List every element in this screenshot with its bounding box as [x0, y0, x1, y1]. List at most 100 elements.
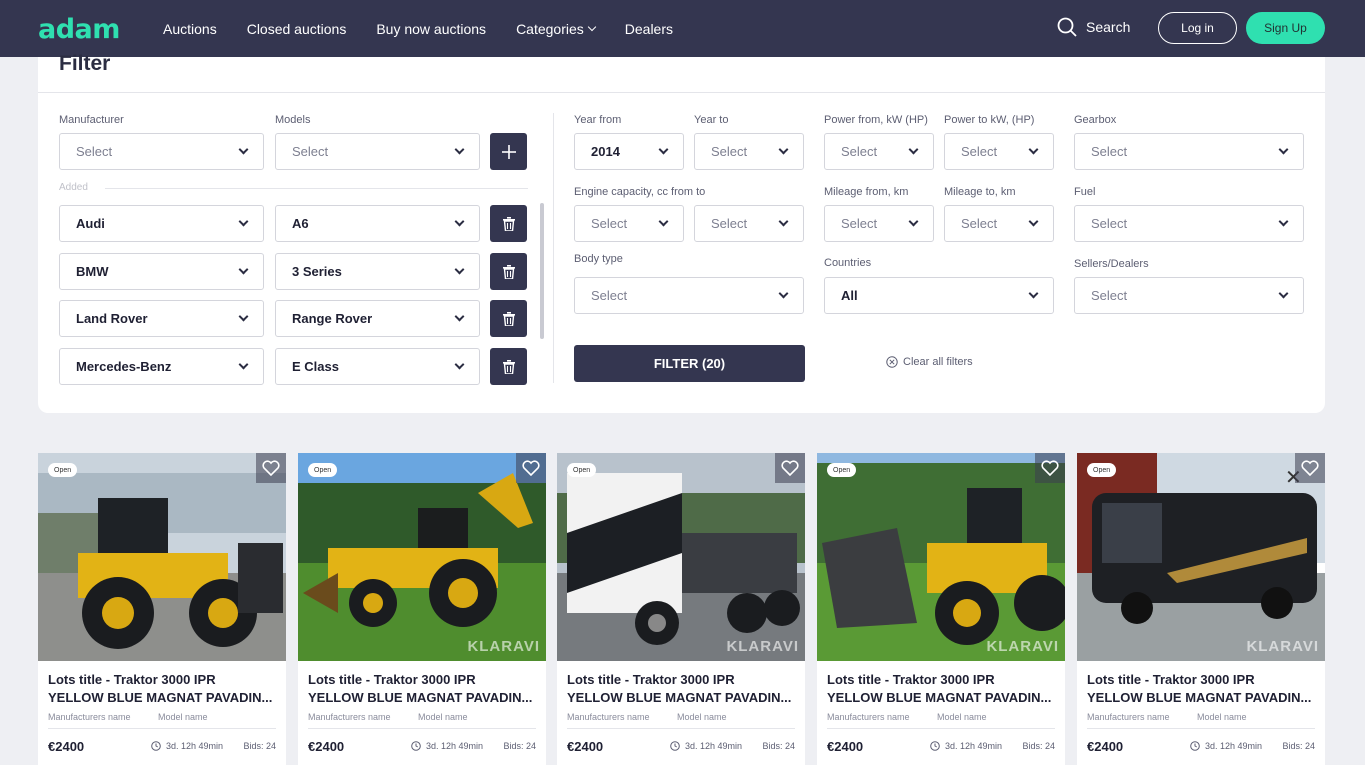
- chevron-down-icon: [454, 144, 465, 155]
- login-button[interactable]: Log in: [1158, 12, 1237, 44]
- year-to-value: Select: [711, 144, 748, 159]
- added-model-select[interactable]: A6: [275, 205, 480, 242]
- lot-title[interactable]: Lots title - Traktor 3000 IPR: [567, 671, 799, 689]
- gearbox-select[interactable]: Select: [1074, 133, 1304, 170]
- gearbox-label: Gearbox: [1074, 114, 1117, 126]
- favorite-button[interactable]: [516, 453, 546, 483]
- delete-filter-button[interactable]: [490, 205, 527, 242]
- power-to-select[interactable]: Select: [944, 133, 1054, 170]
- lot-title[interactable]: Lots title - Traktor 3000 IPR: [1087, 671, 1319, 689]
- chevron-down-icon: [778, 216, 789, 227]
- badge-label: Open: [573, 466, 591, 474]
- sellers-select[interactable]: Select: [1074, 277, 1304, 314]
- chevron-down-icon: [1278, 144, 1289, 155]
- favorite-button[interactable]: [1295, 453, 1325, 483]
- loader-photo: [38, 453, 286, 661]
- manufacturer-name: Manufacturers name: [1087, 712, 1170, 722]
- nav-closed-auctions[interactable]: Closed auctions: [247, 21, 347, 37]
- favorite-button[interactable]: [256, 453, 286, 483]
- manufacturer-select[interactable]: Select: [59, 133, 264, 170]
- auction-card[interactable]: Open KLARAVI Lots title - Traktor 3000 I…: [557, 453, 805, 765]
- auction-card[interactable]: Open ✕ KLARAVI Lots title - Traktor 3000…: [1077, 453, 1325, 765]
- fuel-label: Fuel: [1074, 186, 1096, 198]
- filter-panel: Filter Manufacturer Models Select Select…: [38, 52, 1325, 413]
- added-list-scrollbar[interactable]: [540, 203, 544, 339]
- power-from-value: Select: [841, 144, 878, 159]
- favorite-button[interactable]: [775, 453, 805, 483]
- vehicle-photo[interactable]: Open: [38, 453, 286, 661]
- added-model-select[interactable]: E Class: [275, 348, 480, 385]
- status-badge: Open: [567, 463, 597, 477]
- bids-count: Bids: 24: [762, 741, 795, 751]
- year-to-select[interactable]: Select: [694, 133, 804, 170]
- manufacturer-name: Manufacturers name: [308, 712, 391, 722]
- nav-categories-label: Categories: [516, 20, 584, 37]
- delete-filter-button[interactable]: [490, 348, 527, 385]
- bids-count: Bids: 24: [503, 741, 536, 751]
- lot-subtitle[interactable]: YELLOW BLUE MAGNAT PAVADIN...: [1087, 689, 1319, 707]
- mileage-from-value: Select: [841, 216, 878, 231]
- model-name: Model name: [1197, 712, 1247, 722]
- lot-title[interactable]: Lots title - Traktor 3000 IPR: [308, 671, 540, 689]
- engine-from-select[interactable]: Select: [574, 205, 684, 242]
- auction-card[interactable]: Open KLARAVI Lots title - Traktor 3000 I…: [817, 453, 1065, 765]
- delete-filter-button[interactable]: [490, 253, 527, 290]
- year-from-select[interactable]: 2014: [574, 133, 684, 170]
- lot-subtitle[interactable]: YELLOW BLUE MAGNAT PAVADIN...: [308, 689, 540, 707]
- filter-submit-button[interactable]: FILTER (20): [574, 345, 805, 382]
- engine-to-select[interactable]: Select: [694, 205, 804, 242]
- favorite-button[interactable]: [1035, 453, 1065, 483]
- added-manufacturer-select[interactable]: Mercedes-Benz: [59, 348, 264, 385]
- nav-categories[interactable]: Categories: [516, 20, 597, 37]
- vehicle-photo[interactable]: Open ✕ KLARAVI: [1077, 453, 1325, 661]
- vehicle-photo[interactable]: Open KLARAVI: [817, 453, 1065, 661]
- lot-title[interactable]: Lots title - Traktor 3000 IPR: [48, 671, 280, 689]
- auction-card[interactable]: Open Lots title - Traktor 3000 IPR YELLO…: [38, 453, 286, 765]
- nav-dealers[interactable]: Dealers: [625, 21, 673, 37]
- clear-filters-button[interactable]: Clear all filters: [886, 356, 973, 368]
- vertical-divider: [553, 113, 554, 383]
- lot-subtitle[interactable]: YELLOW BLUE MAGNAT PAVADIN...: [48, 689, 280, 707]
- vehicle-photo[interactable]: Open KLARAVI: [298, 453, 546, 661]
- year-from-label: Year from: [574, 114, 622, 126]
- heart-icon: [1301, 460, 1319, 476]
- filter-title: Filter: [59, 52, 111, 75]
- chevron-down-icon: [1028, 216, 1039, 227]
- signup-button[interactable]: Sign Up: [1246, 12, 1325, 44]
- logo[interactable]: adam: [38, 14, 120, 45]
- added-manufacturer-value: BMW: [76, 264, 109, 279]
- time-label: 3d. 12h 49min: [426, 741, 484, 751]
- added-manufacturer-select[interactable]: Land Rover: [59, 300, 264, 337]
- sellers-label: Sellers/Dealers: [1074, 258, 1149, 270]
- lot-title[interactable]: Lots title - Traktor 3000 IPR: [827, 671, 1059, 689]
- added-manufacturer-value: Land Rover: [76, 311, 148, 326]
- add-filter-button[interactable]: [490, 133, 527, 170]
- manufacturer-select-value: Select: [76, 144, 113, 159]
- model-name: Model name: [677, 712, 727, 722]
- lot-subtitle[interactable]: YELLOW BLUE MAGNAT PAVADIN...: [567, 689, 799, 707]
- models-select[interactable]: Select: [275, 133, 480, 170]
- added-manufacturer-select[interactable]: BMW: [59, 253, 264, 290]
- body-type-select[interactable]: Select: [574, 277, 804, 314]
- added-model-select[interactable]: 3 Series: [275, 253, 480, 290]
- lot-subtitle[interactable]: YELLOW BLUE MAGNAT PAVADIN...: [827, 689, 1059, 707]
- divider: [567, 728, 795, 729]
- year-to-label: Year to: [694, 114, 729, 126]
- delete-filter-button[interactable]: [490, 300, 527, 337]
- nav-auctions[interactable]: Auctions: [163, 21, 217, 37]
- fuel-select[interactable]: Select: [1074, 205, 1304, 242]
- sellers-value: Select: [1091, 288, 1128, 303]
- plus-icon: [501, 144, 516, 159]
- added-manufacturer-select[interactable]: Audi: [59, 205, 264, 242]
- auction-card[interactable]: Open KLARAVI Lots title - Traktor 3000 I…: [298, 453, 546, 765]
- mileage-from-select[interactable]: Select: [824, 205, 934, 242]
- search-button[interactable]: Search: [1057, 17, 1130, 37]
- vehicle-photo[interactable]: Open KLARAVI: [557, 453, 805, 661]
- clock-icon: [1190, 741, 1200, 751]
- mileage-to-select[interactable]: Select: [944, 205, 1054, 242]
- added-model-select[interactable]: Range Rover: [275, 300, 480, 337]
- countries-select[interactable]: All: [824, 277, 1054, 314]
- nav-buy-now-auctions[interactable]: Buy now auctions: [376, 21, 486, 37]
- chevron-down-icon: [238, 311, 249, 322]
- power-from-select[interactable]: Select: [824, 133, 934, 170]
